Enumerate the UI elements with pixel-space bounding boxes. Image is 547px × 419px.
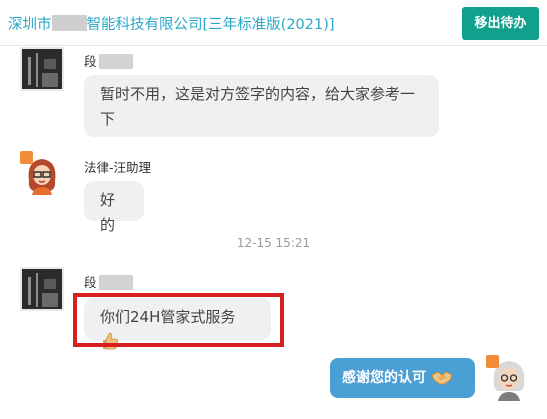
chat-header: 深圳市 智能科技有限公司[三年标准版(2021)] 移出待办 xyxy=(0,0,547,46)
sender-avatar[interactable] xyxy=(20,267,64,311)
message-text: 感谢您的认可 xyxy=(342,370,426,386)
move-out-todo-button[interactable]: 移出待办 xyxy=(462,7,539,40)
vip-badge-icon xyxy=(486,355,499,368)
highlight-box xyxy=(73,293,284,347)
message-bubble[interactable]: 好的 xyxy=(84,181,144,234)
vip-badge-icon xyxy=(20,151,33,164)
redacted-name xyxy=(98,54,133,69)
sender-name: 段 xyxy=(84,272,133,291)
my-avatar[interactable] xyxy=(486,355,532,401)
avatar-photo xyxy=(22,269,62,309)
sender-name: 段 xyxy=(84,51,133,70)
message-timestamp: 12-15 15:21 xyxy=(236,236,311,250)
handshake-icon xyxy=(431,371,453,385)
sender-avatar[interactable] xyxy=(20,151,64,195)
company-prefix: 深圳市 xyxy=(8,17,52,33)
sender-avatar[interactable] xyxy=(20,47,64,91)
message-bubble[interactable]: 暂时不用，这是对方签字的内容，给大家参考一下 xyxy=(84,75,439,137)
company-suffix: 智能科技有限公司[三年标准版(2021)] xyxy=(86,17,335,33)
my-message-bubble[interactable]: 感谢您的认可 xyxy=(330,358,475,398)
company-title[interactable]: 深圳市 智能科技有限公司[三年标准版(2021)] xyxy=(8,13,335,34)
sender-name: 法律-汪助理 xyxy=(84,160,152,175)
redacted-name xyxy=(98,275,133,290)
redacted-text xyxy=(51,15,87,31)
avatar-photo xyxy=(22,49,62,89)
